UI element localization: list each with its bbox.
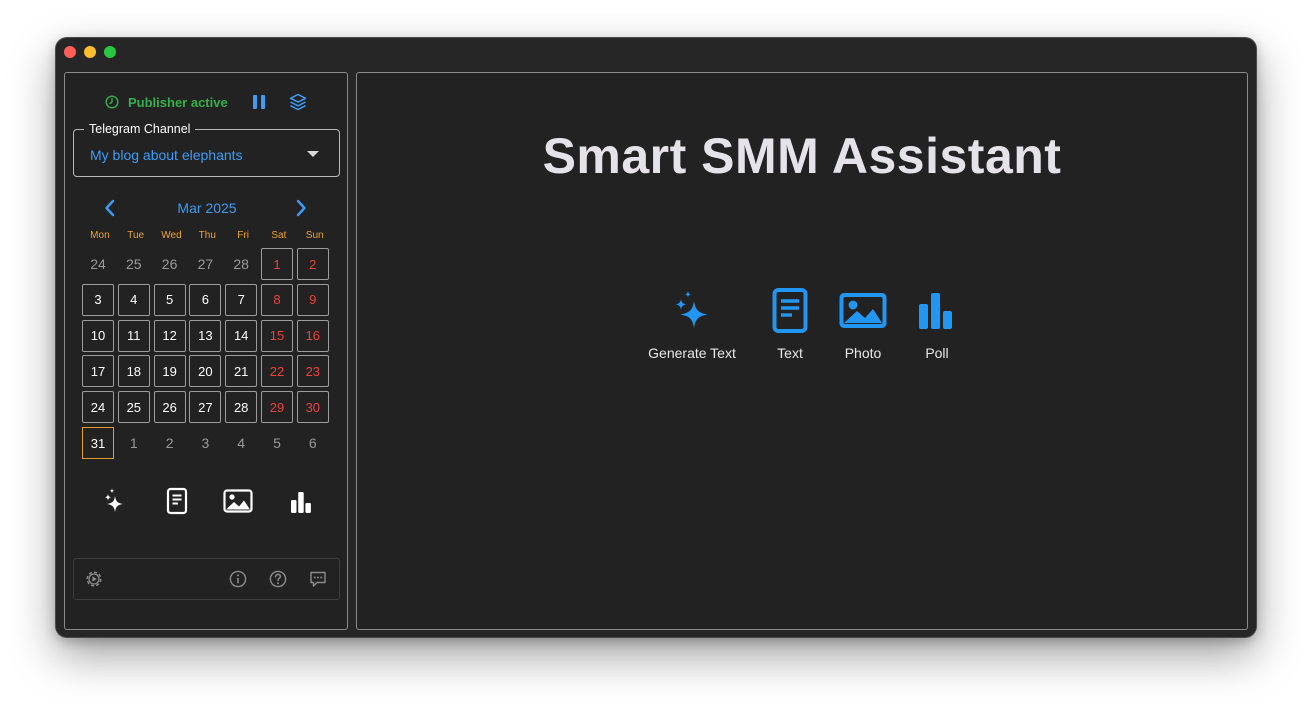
create-post-actions: Generate Text Text Photo Poll <box>637 287 957 367</box>
chat-feedback-icon[interactable] <box>308 569 328 589</box>
action-label: Text <box>777 345 803 361</box>
sparkles-icon[interactable] <box>101 487 127 515</box>
calendar-day[interactable]: 23 <box>296 355 329 388</box>
close-window-button[interactable] <box>64 46 76 58</box>
calendar-day[interactable]: 12 <box>153 319 186 352</box>
settings-gear-icon[interactable] <box>84 569 104 589</box>
weekday-label: Sat <box>271 230 287 241</box>
calendar-day-today[interactable]: 31 <box>82 427 114 459</box>
pause-icon[interactable] <box>251 93 267 111</box>
weekday-label: Sun <box>305 230 324 241</box>
calendar-day[interactable]: 18 <box>117 355 150 388</box>
dropdown-arrow-icon <box>307 151 319 157</box>
photo-post-button[interactable]: Photo <box>833 287 893 361</box>
calendar-day[interactable]: 7 <box>225 283 258 316</box>
bar-chart-icon[interactable] <box>289 487 313 515</box>
calendar-day[interactable]: 24 <box>82 391 114 424</box>
calendar-day-outside: 3 <box>201 435 210 451</box>
calendar-month-label: Mar 2025 <box>177 200 237 216</box>
title-bar <box>56 38 1256 68</box>
weekday-label: Mon <box>90 230 110 241</box>
weekday-label: Wed <box>161 230 182 241</box>
action-label: Generate Text <box>648 345 736 361</box>
calendar-day-outside: 1 <box>129 435 138 451</box>
publisher-status: Publisher active <box>105 92 228 112</box>
sidebar: Publisher active Telegram Channel My blo… <box>64 72 348 630</box>
calendar-day[interactable]: 5 <box>153 283 186 316</box>
publisher-status-text: Publisher active <box>128 94 228 110</box>
calendar-day-outside: 4 <box>237 435 246 451</box>
channel-select[interactable]: Telegram Channel My blog about elephants <box>73 121 340 177</box>
calendar-day-outside: 6 <box>308 435 317 451</box>
channel-selected-value: My blog about elephants <box>90 147 243 163</box>
text-post-button[interactable]: Text <box>765 287 815 361</box>
weekday-label: Tue <box>127 230 145 241</box>
calendar-day[interactable]: 17 <box>82 355 114 388</box>
calendar-day[interactable]: 10 <box>82 319 114 352</box>
calendar-day-outside: 2 <box>165 435 174 451</box>
calendar-day[interactable]: 30 <box>296 391 329 424</box>
calendar-day-outside: 26 <box>161 256 178 272</box>
main-panel: Smart SMM Assistant Generate Text Text P… <box>356 72 1248 630</box>
photo-icon <box>839 293 887 328</box>
minimize-window-button[interactable] <box>84 46 96 58</box>
calendar-day[interactable]: 6 <box>189 283 222 316</box>
calendar-weekdays: Mon Tue Wed Thu Fri Sat Sun <box>82 230 333 241</box>
app-title: Smart SMM Assistant <box>542 128 1062 184</box>
calendar-day-outside: 24 <box>90 256 106 272</box>
calendar-day[interactable]: 26 <box>153 391 186 424</box>
help-icon[interactable] <box>268 569 288 589</box>
action-label: Poll <box>925 345 949 361</box>
calendar-day[interactable]: 4 <box>117 283 150 316</box>
calendar-day[interactable]: 1 <box>261 248 293 280</box>
calendar-day[interactable]: 9 <box>296 283 329 316</box>
calendar-day[interactable]: 3 <box>82 283 114 316</box>
calendar-day-outside: 25 <box>126 256 142 272</box>
document-icon <box>772 288 808 333</box>
calendar-day[interactable]: 25 <box>117 391 150 424</box>
calendar-day[interactable]: 22 <box>261 355 293 388</box>
calendar-day[interactable]: 21 <box>225 355 258 388</box>
calendar-header: Mar 2025 <box>65 197 349 219</box>
calendar-day[interactable]: 15 <box>261 319 293 352</box>
calendar-day[interactable]: 19 <box>153 355 186 388</box>
calendar-day[interactable]: 13 <box>189 319 222 352</box>
calendar-day-outside: 27 <box>197 256 214 272</box>
weekday-label: Thu <box>198 230 216 241</box>
calendar-day-outside: 5 <box>273 435 281 451</box>
document-icon[interactable] <box>165 487 189 515</box>
chevron-right-icon[interactable] <box>294 199 308 217</box>
calendar-day[interactable]: 20 <box>189 355 222 388</box>
calendar-day[interactable]: 8 <box>261 283 293 316</box>
info-icon[interactable] <box>228 569 248 589</box>
calendar-day[interactable]: 29 <box>261 391 293 424</box>
calendar-day[interactable]: 27 <box>189 391 222 424</box>
calendar-day-outside: 28 <box>233 256 249 272</box>
clock-icon <box>105 95 119 109</box>
chevron-left-icon[interactable] <box>103 199 117 217</box>
generate-text-button[interactable]: Generate Text <box>643 287 741 361</box>
app-window: Publisher active Telegram Channel My blo… <box>56 38 1256 637</box>
sidebar-footer <box>73 558 340 600</box>
bar-chart-icon <box>919 293 952 329</box>
sparkles-icon <box>675 291 708 328</box>
sidebar-toolbar <box>95 487 315 515</box>
poll-post-button[interactable]: Poll <box>913 287 961 361</box>
weekday-label: Fri <box>237 230 249 241</box>
zoom-window-button[interactable] <box>104 46 116 58</box>
calendar-day[interactable]: 28 <box>225 391 258 424</box>
layers-icon[interactable] <box>288 92 308 112</box>
calendar-day[interactable]: 11 <box>117 319 150 352</box>
channel-field-label: Telegram Channel <box>84 121 196 137</box>
action-label: Photo <box>844 345 882 361</box>
photo-icon[interactable] <box>223 487 253 515</box>
calendar-day[interactable]: 16 <box>296 319 329 352</box>
calendar-day[interactable]: 14 <box>225 319 258 352</box>
calendar-day[interactable]: 2 <box>296 248 329 280</box>
